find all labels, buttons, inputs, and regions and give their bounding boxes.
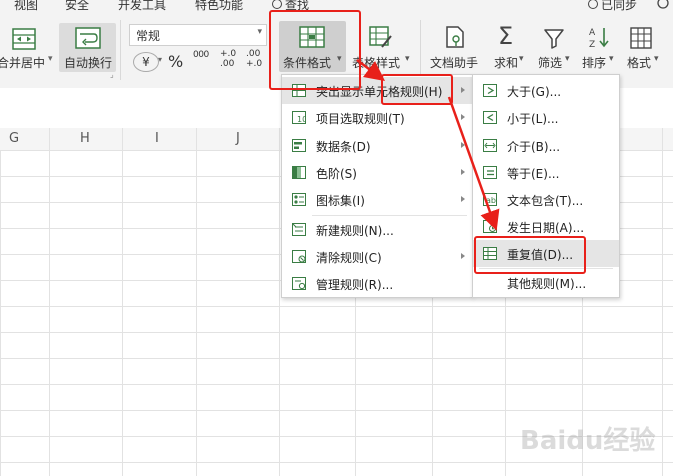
annotation-arrow — [447, 96, 500, 231]
baidu-watermark: Baidu经验 — [520, 426, 656, 456]
annotation-arrow — [356, 59, 385, 81]
annotation-arrows — [356, 59, 500, 231]
